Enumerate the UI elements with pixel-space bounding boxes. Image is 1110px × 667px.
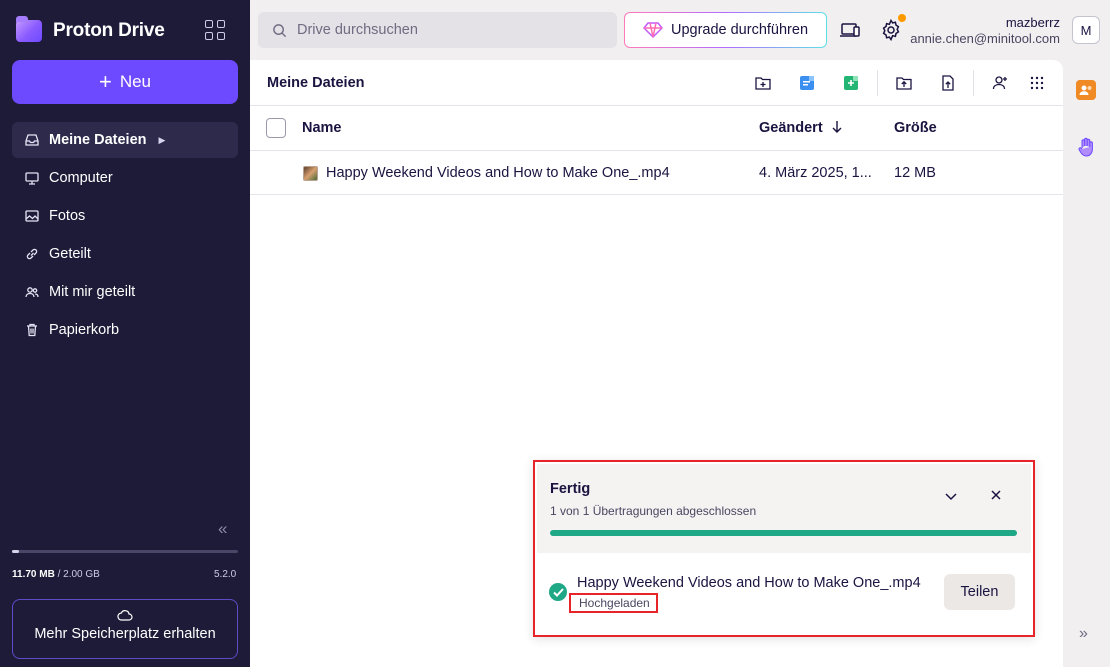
transfer-title: Fertig <box>550 481 591 497</box>
chevron-down-icon[interactable] <box>943 488 959 504</box>
toolbar-divider <box>973 70 974 96</box>
sidebar-nav: Meine Dateien ▶ Computer Fotos Geteilt M… <box>12 122 238 350</box>
storage-bar <box>12 550 238 553</box>
sidebar-item-label: Geteilt <box>49 246 91 262</box>
upload-folder-icon[interactable] <box>895 74 913 92</box>
sidebar-item-shared[interactable]: Geteilt <box>12 236 238 272</box>
image-icon <box>24 208 40 224</box>
column-header-size[interactable]: Größe <box>894 120 937 136</box>
column-header-name[interactable]: Name <box>302 120 342 136</box>
collapse-sidebar-icon[interactable]: « <box>218 519 227 539</box>
sidebar-item-trash[interactable]: Papierkorb <box>12 312 238 348</box>
storage-bar-fill <box>12 550 19 553</box>
transfer-manager: Fertig 1 von 1 Übertragungen abgeschloss… <box>533 460 1035 637</box>
row-divider <box>250 194 1063 195</box>
apps-grid-icon[interactable] <box>205 20 225 40</box>
proton-drive-logo-icon <box>16 16 42 42</box>
upgrade-label: Upgrade durchführen <box>670 22 809 38</box>
sidebar-item-my-files[interactable]: Meine Dateien ▶ <box>12 122 238 158</box>
waving-hand-icon[interactable] <box>1076 136 1098 158</box>
toolbar-divider <box>250 105 1063 106</box>
sidebar-item-photos[interactable]: Fotos <box>12 198 238 234</box>
video-thumbnail-icon <box>303 166 318 181</box>
search-bar[interactable] <box>258 12 617 48</box>
app-logo[interactable]: Proton Drive <box>16 16 236 45</box>
cloud-icon <box>117 610 133 621</box>
app-name: Proton Drive <box>53 20 165 41</box>
sidebar-item-computer[interactable]: Computer <box>12 160 238 196</box>
column-header-modified-label: Geändert <box>759 120 823 136</box>
storage-total: / 2.00 GB <box>57 569 100 580</box>
new-button-label: Neu <box>119 72 152 91</box>
storage-used: 11.70 MB <box>12 569 55 580</box>
file-modified: 4. März 2025, 1... <box>759 165 872 181</box>
get-more-storage-button[interactable]: Mehr Speicherplatz erhalten <box>12 599 238 659</box>
transfer-status: Hochgeladen <box>569 593 658 613</box>
new-spreadsheet-icon[interactable] <box>842 74 860 92</box>
upload-file-icon[interactable] <box>939 74 957 92</box>
storage-usage: 11.70 MB / 2.00 GB <box>12 569 100 580</box>
sidebar-item-label: Mit mir geteilt <box>49 284 136 300</box>
file-size: 12 MB <box>894 165 936 181</box>
app-version: 5.2.0 <box>214 569 237 580</box>
search-input[interactable] <box>297 22 597 38</box>
sidebar-item-label: Meine Dateien <box>49 132 147 148</box>
sidebar-item-shared-with-me[interactable]: Mit mir geteilt <box>12 274 238 310</box>
share-button[interactable]: Teilen <box>944 574 1015 610</box>
inbox-icon <box>24 132 40 148</box>
trash-icon <box>24 322 40 338</box>
transfer-file-name: Happy Weekend Videos and How to Make One… <box>577 575 921 591</box>
notification-badge <box>898 14 906 22</box>
toolbar-divider <box>877 70 878 96</box>
transfer-header: Fertig 1 von 1 Übertragungen abgeschloss… <box>537 464 1031 553</box>
plus-icon: + <box>98 69 112 94</box>
search-icon <box>273 23 287 37</box>
caret-right-icon[interactable]: ▶ <box>159 135 166 146</box>
user-name[interactable]: mazberrz <box>1006 15 1060 30</box>
computer-icon <box>24 170 40 186</box>
user-email[interactable]: annie.chen@minitool.com <box>910 31 1060 46</box>
diamond-icon <box>642 22 663 38</box>
new-button[interactable]: + Neu <box>12 60 238 104</box>
more-options-icon[interactable] <box>1028 74 1046 92</box>
expand-panel-icon[interactable]: » <box>1079 625 1088 643</box>
transfer-summary: 1 von 1 Übertragungen abgeschlossen <box>550 504 757 518</box>
sidebar-item-label: Papierkorb <box>49 322 120 338</box>
table-row[interactable]: Happy Weekend Videos and How to Make One… <box>250 151 1063 195</box>
new-document-icon[interactable] <box>798 74 816 92</box>
page-title: Meine Dateien <box>267 75 365 91</box>
column-header-modified[interactable]: Geändert <box>759 120 843 136</box>
new-folder-icon[interactable] <box>754 74 772 92</box>
file-name: Happy Weekend Videos and How to Make One… <box>326 165 670 181</box>
select-all-checkbox[interactable] <box>266 118 286 138</box>
checkmark-icon <box>549 583 567 601</box>
transfer-progress-bar <box>550 530 1017 536</box>
close-icon[interactable] <box>988 487 1004 503</box>
sidebar-item-label: Fotos <box>49 208 86 224</box>
upgrade-button[interactable]: Upgrade durchführen <box>624 12 827 48</box>
avatar[interactable]: M <box>1072 16 1100 44</box>
sidebar-item-label: Computer <box>49 170 113 186</box>
devices-icon[interactable] <box>839 19 861 41</box>
sort-down-arrow-icon <box>832 121 842 133</box>
sidebar: Proton Drive + Neu Meine Dateien ▶ Compu… <box>0 0 250 667</box>
users-icon <box>24 284 40 300</box>
transfer-progress-fill <box>550 530 1017 536</box>
link-icon <box>24 246 40 262</box>
more-storage-label: Mehr Speicherplatz erhalten <box>34 626 216 642</box>
share-user-icon[interactable] <box>991 74 1009 92</box>
contacts-icon[interactable] <box>1076 80 1096 100</box>
